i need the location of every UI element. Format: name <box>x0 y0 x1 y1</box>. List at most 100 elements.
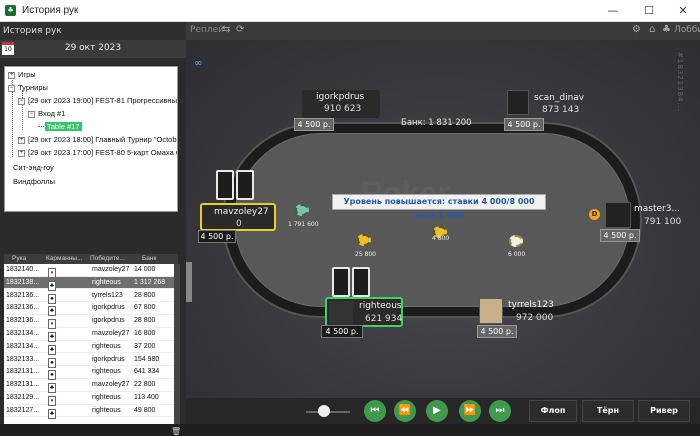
table-row[interactable]: 1832129...Q♦4♦righteous113 400 <box>4 392 174 406</box>
tree-node-tournament-2[interactable]: + [29 окт 2023 18:00] Главный Турнир "Oct… <box>18 135 177 145</box>
panel-edge <box>186 262 192 302</box>
player-bet: 4 500 р. <box>504 118 544 131</box>
speed-slider-knob[interactable] <box>318 405 330 417</box>
tree-node-windfall[interactable]: Виндфоллы <box>13 177 55 187</box>
tree-node-tournaments[interactable]: − Турниры <box>8 83 48 93</box>
table-row[interactable]: 1832127...5♦5♣righteous49 800 <box>4 405 174 419</box>
gear-icon[interactable]: ⚙ <box>632 24 641 35</box>
bank-amount: 49 800 <box>134 406 156 414</box>
trash-icon[interactable]: 🗑 <box>171 427 181 436</box>
maximize-button[interactable]: ☐ <box>632 0 666 22</box>
river-button[interactable]: Ривер <box>638 400 690 422</box>
winner-name: righteous <box>92 278 121 286</box>
bank-amount: 16 800 <box>134 330 156 337</box>
player-bet: 4 500 р. <box>294 118 334 131</box>
collapse-icon[interactable]: − <box>8 84 15 92</box>
date-picker[interactable]: 10 29 окт 2023 <box>0 40 186 58</box>
col-winner[interactable]: Победите... <box>90 255 125 262</box>
avatar <box>329 301 353 325</box>
scrollbar[interactable] <box>174 264 180 424</box>
selected-date: 29 окт 2023 <box>64 43 122 53</box>
hands-table-header: Рука Карманны... Победите... Банк <box>4 254 178 264</box>
step-back-icon[interactable]: ⏪ <box>394 400 416 422</box>
chip-stack <box>295 204 309 216</box>
seat-mavzoley27[interactable]: mavzoley27 0 <box>200 203 276 231</box>
tree-node-sng[interactable]: Сит-энд-гоу <box>13 163 54 173</box>
table-row[interactable]: 1832138...A♣K♣righteous1 312 268 <box>4 276 174 291</box>
play-icon[interactable]: ▶ <box>426 400 448 422</box>
table-row[interactable]: 1832140...A♠8♦mavzoley2714 000 <box>4 264 174 278</box>
seat-igorkpdrus[interactable]: igorkpdrus 910 623 <box>302 90 380 118</box>
player-stack: 873 143 <box>542 105 580 115</box>
player-stack: 972 000 <box>516 313 554 323</box>
winner-name: righteous <box>92 368 121 376</box>
winner-name: igorkpdrus <box>92 355 125 363</box>
col-pocket[interactable]: Карманны... <box>46 255 82 262</box>
bank-amount: 154 980 <box>134 355 160 363</box>
col-bank[interactable]: Банк <box>142 255 156 262</box>
panel-header: История рук <box>0 22 186 40</box>
hands-table: 1832140...A♠8♦mavzoley2714 0001832138...… <box>4 264 174 424</box>
col-hand[interactable]: Рука <box>12 255 26 262</box>
tree-node-games[interactable]: + Игры <box>8 70 36 80</box>
player-bet: 4 500 р. <box>477 325 517 338</box>
hand-number: 1832136... <box>6 304 40 312</box>
winner-name: righteous <box>92 406 121 414</box>
chip-stack <box>357 234 371 246</box>
refresh-icon[interactable]: ⟳ <box>236 24 244 35</box>
step-forward-icon[interactable]: ⏩ <box>459 400 481 422</box>
winner-name: igorkpdrus <box>92 317 125 325</box>
bank-amount: 641 334 <box>134 368 160 376</box>
player-bet: 4 500 р. <box>198 230 236 243</box>
hand-number: 1832129... <box>6 394 40 401</box>
hand-number: 1832133... <box>6 355 40 363</box>
share-icon[interactable]: ⇆ <box>222 24 230 35</box>
collapse-icon[interactable]: − <box>18 97 25 105</box>
hand-number: 1832131... <box>6 368 40 376</box>
avatar <box>605 202 631 228</box>
link-icon[interactable]: ∞ <box>194 58 202 69</box>
avatar <box>479 298 503 324</box>
flop-button[interactable]: Флоп <box>529 400 577 422</box>
table-row[interactable]: 1832131...2♠J♠righteous641 334 <box>4 366 174 381</box>
home-icon[interactable]: ⌂ <box>649 24 655 35</box>
expand-icon[interactable]: + <box>18 136 25 144</box>
replay-label: Реплей <box>190 25 224 35</box>
replay-area: Реплей ⇆ ⟳ ⚙ ⌂ ♣ Лобби #18321384... ∞ Po… <box>186 22 700 424</box>
player-stack: 0 <box>236 219 242 229</box>
turn-button[interactable]: Тёрн <box>582 400 634 422</box>
player-name: tyrrels123 <box>508 300 554 310</box>
suit-icon: ♣ <box>48 408 56 419</box>
tree-node-entry[interactable]: − Вход #1 <box>28 109 65 119</box>
table-row[interactable]: 1832134...K♦7♣mavzoley2716 800 <box>4 328 174 342</box>
table-row[interactable]: 1832134...J♣5♣righteous37 200 <box>4 341 174 355</box>
bank-amount: 14 000 <box>134 266 156 273</box>
window-title: История рук <box>22 5 79 16</box>
chip-amount: 1 791 600 <box>288 221 319 228</box>
bank-amount: 28 800 <box>134 317 156 325</box>
first-hand-icon[interactable]: ⏮ <box>364 400 386 422</box>
tree-node-tournament-1[interactable]: − [29 окт 2023 19:00] FEST-81 Прогрессивн… <box>18 96 177 106</box>
collapse-icon[interactable]: − <box>28 110 35 118</box>
tree-node-tournament-3[interactable]: + [29 окт 2023 17:00] FEST-80 5-карт Омах… <box>18 148 177 158</box>
card-back <box>332 267 350 297</box>
seat-righteous[interactable]: righteous 621 934 <box>325 297 403 327</box>
close-button[interactable]: ✕ <box>666 0 700 22</box>
player-name: righteous <box>359 301 402 311</box>
expand-icon[interactable]: + <box>8 71 15 79</box>
lobby-icon[interactable]: ♣ <box>662 24 671 35</box>
tree-node-table[interactable]: Table #17 <box>45 122 82 132</box>
player-bet: 4 500 р. <box>321 325 363 338</box>
winner-name: mavzoley27 <box>92 266 130 273</box>
last-hand-icon[interactable]: ⏭ <box>489 400 511 422</box>
hand-history-panel: История рук 10 29 окт 2023 + Игры − Турнир… <box>0 22 186 436</box>
minimize-button[interactable]: — <box>596 0 630 22</box>
table-row[interactable]: 1832136...8♦3♣igorkpdrus67 800 <box>4 302 174 317</box>
table-row[interactable]: 1832131...K♥4♣mavzoley2722 800 <box>4 379 174 394</box>
table-row[interactable]: 1832136...Q♠2♠tyrrels12328 800 <box>4 290 174 304</box>
hand-number: 1832127... <box>6 406 40 414</box>
lobby-link[interactable]: Лобби <box>674 25 700 35</box>
table-row[interactable]: 1832136...9♣10♦igorkpdrus28 800 <box>4 315 174 330</box>
expand-icon[interactable]: + <box>18 149 25 157</box>
table-row[interactable]: 1832133...4♥6♠igorkpdrus154 980 <box>4 354 174 368</box>
